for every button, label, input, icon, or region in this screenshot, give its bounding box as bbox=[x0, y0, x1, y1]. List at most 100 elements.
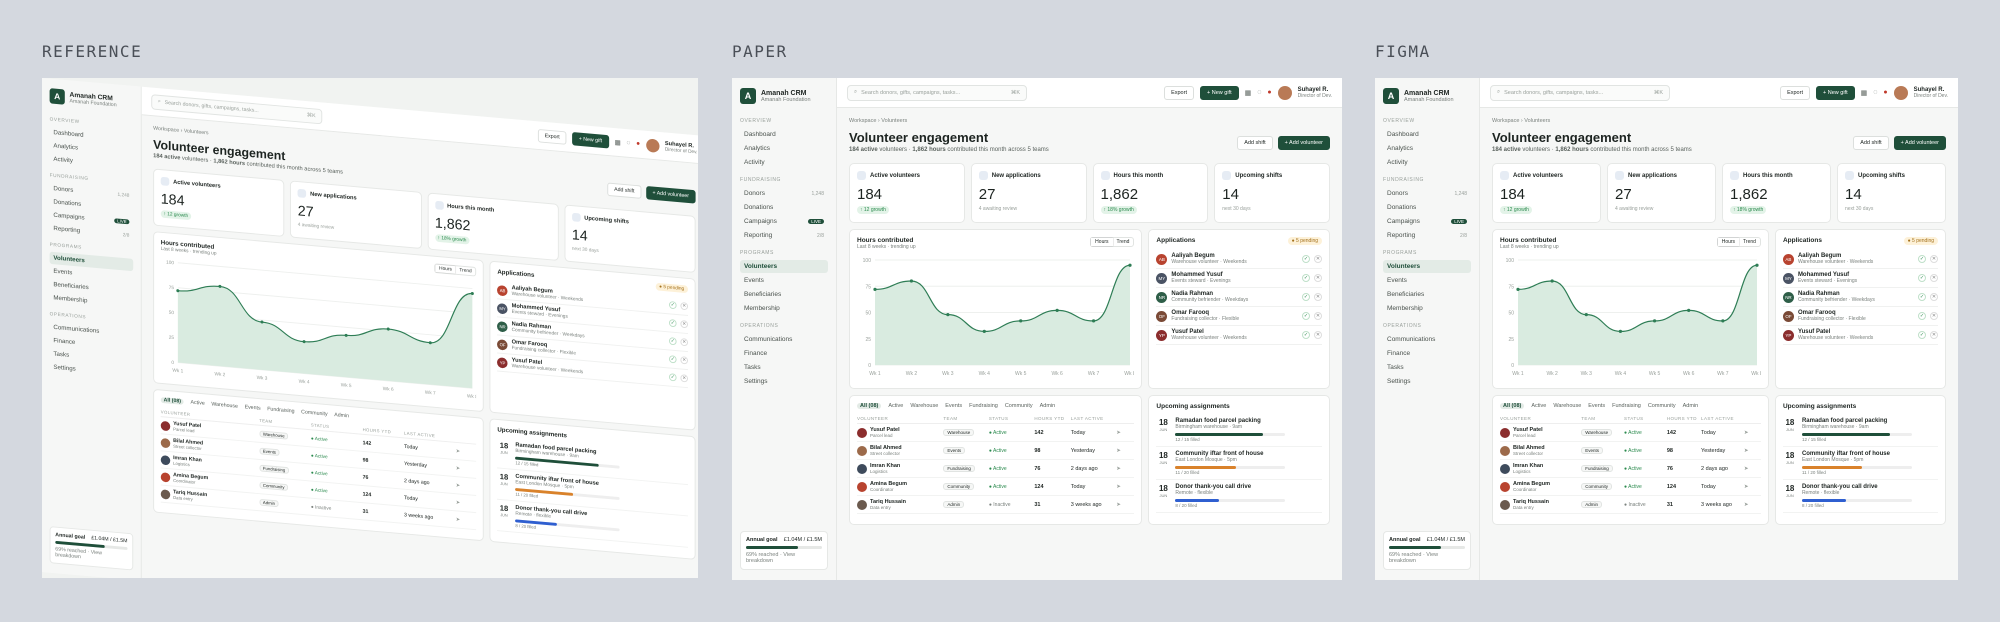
breadcrumb[interactable]: Workspace › Volunteers bbox=[849, 118, 1330, 124]
nav-item-beneficiaries[interactable]: Beneficiaries bbox=[740, 288, 828, 301]
new-gift-button[interactable]: + New gift bbox=[1199, 85, 1239, 100]
send-icon[interactable]: ➤ bbox=[456, 465, 477, 473]
send-icon[interactable]: ➤ bbox=[1116, 502, 1134, 508]
data-point[interactable] bbox=[1721, 319, 1725, 323]
filter-tab[interactable]: Fundraising bbox=[267, 406, 294, 414]
nav-item-dashboard[interactable]: Dashboard bbox=[1383, 128, 1471, 141]
nav-item-reporting[interactable]: Reporting 2/8 bbox=[1383, 229, 1471, 242]
send-icon[interactable]: ➤ bbox=[1116, 448, 1134, 454]
check-icon[interactable]: ✓ bbox=[669, 337, 677, 346]
send-icon[interactable]: ➤ bbox=[1744, 448, 1761, 454]
assignment-item[interactable]: 18 JUN Ramadan food parcel packing Birmingh… bbox=[1156, 414, 1322, 447]
chat-icon[interactable]: ◌ bbox=[1257, 89, 1261, 96]
check-icon[interactable]: ✓ bbox=[1918, 293, 1926, 301]
close-icon[interactable]: ✕ bbox=[1314, 293, 1322, 301]
check-icon[interactable]: ✓ bbox=[669, 319, 677, 328]
grid-icon[interactable]: ▦ bbox=[1861, 89, 1868, 97]
nav-item-beneficiaries[interactable]: Beneficiaries bbox=[1383, 288, 1471, 301]
nav-item-reporting[interactable]: Reporting 2/8 bbox=[740, 229, 828, 242]
nav-item-analytics[interactable]: Analytics bbox=[1383, 142, 1471, 155]
filter-tab[interactable]: Community bbox=[1648, 403, 1676, 409]
filter-tab[interactable]: Events bbox=[1588, 403, 1605, 409]
data-point[interactable] bbox=[1755, 263, 1759, 267]
toggle-trend[interactable]: Trend bbox=[1739, 238, 1760, 246]
application-item[interactable]: OF Omar Farooq Fundraising collector · Fle… bbox=[1156, 307, 1322, 326]
check-icon[interactable]: ✓ bbox=[669, 355, 677, 364]
filter-tab[interactable]: Events bbox=[245, 404, 261, 411]
application-item[interactable]: MY Mohammed Yusuf Events steward · Evening… bbox=[1782, 269, 1938, 288]
nav-item-tasks[interactable]: Tasks bbox=[1383, 361, 1471, 374]
application-item[interactable]: YP Yusuf Patel Warehouse volunteer · Weeke… bbox=[1782, 326, 1938, 345]
check-icon[interactable]: ✓ bbox=[1918, 331, 1926, 339]
data-point[interactable] bbox=[909, 279, 914, 283]
close-icon[interactable]: ✕ bbox=[680, 374, 688, 383]
close-icon[interactable]: ✕ bbox=[1930, 293, 1938, 301]
send-icon[interactable]: ➤ bbox=[1744, 502, 1761, 508]
data-point[interactable] bbox=[176, 289, 180, 293]
nav-item-settings[interactable]: Settings bbox=[1383, 375, 1471, 388]
check-icon[interactable]: ✓ bbox=[1302, 293, 1310, 301]
add-volunteer-button[interactable]: + Add volunteer bbox=[1893, 136, 1946, 150]
application-item[interactable]: OF Omar Farooq Fundraising collector · Fle… bbox=[1782, 307, 1938, 326]
close-icon[interactable]: ✕ bbox=[1314, 331, 1322, 339]
avatar[interactable] bbox=[645, 137, 660, 153]
table-row[interactable]: Bilal Ahmed Street collector Events ● Activ… bbox=[857, 442, 1135, 460]
send-icon[interactable]: ➤ bbox=[1744, 430, 1761, 436]
check-icon[interactable]: ✓ bbox=[1302, 331, 1310, 339]
filter-tab[interactable]: Admin bbox=[1683, 403, 1699, 409]
table-row[interactable]: Imran Khan Logistics Fundraising ● Active 76… bbox=[1500, 460, 1761, 478]
new-gift-button[interactable]: + New gift bbox=[1815, 85, 1855, 100]
filter-tab[interactable]: Warehouse bbox=[1553, 403, 1581, 409]
data-point[interactable] bbox=[873, 287, 877, 291]
table-row[interactable]: Yusuf Patel Parcel lead Warehouse ● Active 1… bbox=[857, 424, 1135, 442]
table-row[interactable]: Tariq Hussain Data entry Admin ● Inactive 31… bbox=[1500, 496, 1761, 514]
check-icon[interactable]: ✓ bbox=[669, 373, 677, 382]
assignment-item[interactable]: 18 JUN Ramadan food parcel packing Birmingh… bbox=[1782, 414, 1938, 447]
toggle-hours[interactable]: Hours bbox=[1717, 238, 1740, 246]
data-point[interactable] bbox=[982, 329, 986, 333]
table-row[interactable]: Tariq Hussain Data entry Admin ● Inactive 31… bbox=[857, 496, 1135, 514]
filter-tab[interactable]: Warehouse bbox=[211, 402, 238, 410]
close-icon[interactable]: ✕ bbox=[680, 302, 688, 311]
send-icon[interactable]: ➤ bbox=[456, 482, 477, 490]
export-button[interactable]: Export bbox=[1164, 85, 1194, 100]
filter-tab[interactable]: Admin bbox=[1040, 403, 1056, 409]
toggle-trend[interactable]: Trend bbox=[1113, 238, 1134, 246]
check-icon[interactable]: ✓ bbox=[669, 301, 677, 310]
nav-item-membership[interactable]: Membership bbox=[740, 302, 828, 315]
nav-item-communications[interactable]: Communications bbox=[1383, 333, 1471, 346]
org-logo[interactable]: A Amanah CRM Amanah Foundation bbox=[49, 88, 134, 111]
send-icon[interactable]: ➤ bbox=[1116, 484, 1134, 490]
new-gift-button[interactable]: + New gift bbox=[572, 131, 609, 149]
nav-item-donations[interactable]: Donations bbox=[1383, 201, 1471, 214]
annual-goal[interactable]: Annual goal £1.04M / £1.5M 69% reached · … bbox=[49, 526, 134, 571]
close-icon[interactable]: ✕ bbox=[1314, 312, 1322, 320]
chat-icon[interactable]: ◌ bbox=[1873, 89, 1877, 96]
application-item[interactable]: MY Mohammed Yusuf Events steward · Evening… bbox=[1156, 269, 1322, 288]
data-point[interactable] bbox=[1516, 287, 1520, 291]
add-shift-button[interactable]: Add shift bbox=[1237, 136, 1273, 150]
filter-tab[interactable]: Community bbox=[1005, 403, 1033, 409]
check-icon[interactable]: ✓ bbox=[1918, 312, 1926, 320]
data-point[interactable] bbox=[1687, 308, 1691, 312]
nav-item-settings[interactable]: Settings bbox=[740, 375, 828, 388]
send-icon[interactable]: ➤ bbox=[456, 499, 477, 507]
close-icon[interactable]: ✕ bbox=[1314, 274, 1322, 282]
data-point[interactable] bbox=[1652, 319, 1657, 323]
bell-icon[interactable]: ● bbox=[1267, 89, 1271, 96]
check-icon[interactable]: ✓ bbox=[1918, 274, 1926, 282]
bell-icon[interactable]: ● bbox=[636, 140, 640, 147]
add-shift-button[interactable]: Add shift bbox=[1853, 136, 1889, 150]
filter-tab[interactable]: Community bbox=[301, 409, 327, 417]
nav-item-donors[interactable]: Donors 1,248 bbox=[740, 187, 828, 200]
send-icon[interactable]: ➤ bbox=[456, 448, 477, 456]
data-point[interactable] bbox=[946, 313, 950, 317]
assignment-item[interactable]: 18 JUN Donor thank-you call drive Remote · … bbox=[1156, 480, 1322, 513]
table-row[interactable]: Amina Begum Coordinator Community ● Active 1… bbox=[1500, 478, 1761, 496]
nav-item-tasks[interactable]: Tasks bbox=[740, 361, 828, 374]
toggle-hours[interactable]: Hours bbox=[435, 264, 456, 274]
application-item[interactable]: AB Aaliyah Begum Warehouse volunteer · Wee… bbox=[1156, 250, 1322, 269]
data-point[interactable] bbox=[1055, 308, 1059, 312]
toggle-trend[interactable]: Trend bbox=[456, 266, 476, 275]
send-icon[interactable]: ➤ bbox=[1744, 484, 1761, 490]
